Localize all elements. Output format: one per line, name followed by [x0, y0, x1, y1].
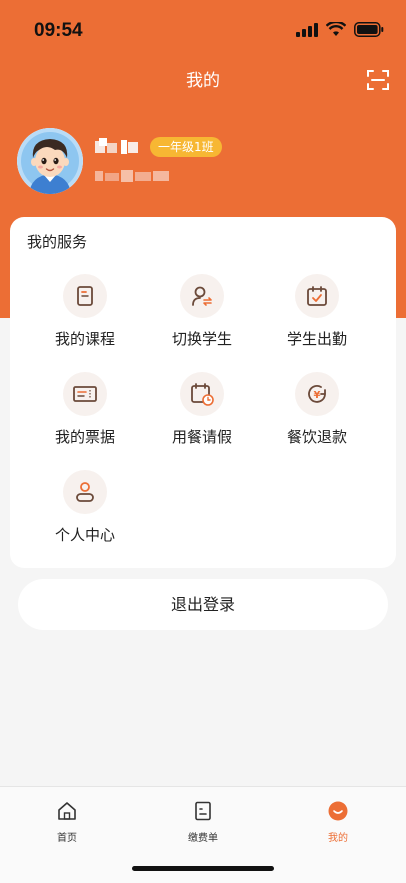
avatar[interactable] — [17, 128, 83, 194]
service-meal-refund[interactable]: ¥ 餐饮退款 — [257, 372, 377, 447]
calendar-check-icon — [307, 286, 327, 306]
service-attendance[interactable]: 学生出勤 — [257, 274, 377, 349]
svg-text:¥: ¥ — [314, 390, 321, 401]
user-name-masked: ** — [95, 138, 143, 156]
user-phone-masked: **** — [95, 168, 175, 184]
home-indicator — [132, 866, 274, 871]
tab-label: 首页 — [57, 833, 77, 844]
scan-icon[interactable] — [366, 68, 390, 92]
class-badge: 一年级1班 — [150, 137, 222, 157]
refund-icon: ¥ — [308, 385, 326, 403]
tab-label: 我的 — [328, 833, 348, 844]
smile-icon — [328, 801, 348, 821]
home-icon — [58, 802, 76, 820]
page-title: 我的 — [186, 71, 220, 91]
status-bar: 09:54 — [0, 0, 406, 60]
status-icons — [296, 22, 384, 37]
service-label: 学生出勤 — [286, 330, 347, 348]
status-time: 09:54 — [34, 20, 83, 41]
service-label: 餐饮退款 — [286, 428, 347, 446]
person-icon — [76, 482, 94, 502]
service-meal-leave[interactable]: 用餐请假 — [142, 372, 262, 447]
tab-bills[interactable]: 缴费单 — [163, 801, 243, 844]
service-label: 我的票据 — [54, 428, 115, 446]
service-personal-center[interactable]: 个人中心 — [25, 470, 145, 545]
logout-button[interactable]: 退出登录 — [18, 579, 388, 630]
wifi-icon — [326, 22, 346, 36]
service-label: 个人中心 — [54, 526, 115, 544]
tab-home[interactable]: 首页 — [27, 801, 107, 844]
service-label: 用餐请假 — [171, 428, 232, 446]
service-my-courses[interactable]: 我的课程 — [25, 274, 145, 349]
ticket-icon — [73, 386, 97, 402]
service-label: 切换学生 — [171, 330, 232, 348]
service-label: 我的课程 — [54, 330, 115, 348]
battery-icon — [354, 22, 384, 37]
avatar-image — [17, 128, 83, 194]
signal-icon — [296, 22, 318, 37]
bill-icon — [195, 801, 211, 821]
services-title: 我的服务 — [27, 233, 88, 251]
tab-mine[interactable]: 我的 — [298, 801, 378, 844]
services-card: 我的服务 我的课程 切换学生 学生出勤 我的票据 用餐请假 ¥ 餐饮退款 个人中… — [10, 217, 396, 568]
book-icon — [77, 286, 93, 306]
tab-label: 缴费单 — [188, 833, 218, 844]
service-switch-student[interactable]: 切换学生 — [142, 274, 262, 349]
switch-user-icon — [192, 286, 212, 306]
calendar-clock-icon — [191, 383, 214, 406]
service-my-tickets[interactable]: 我的票据 — [25, 372, 145, 447]
